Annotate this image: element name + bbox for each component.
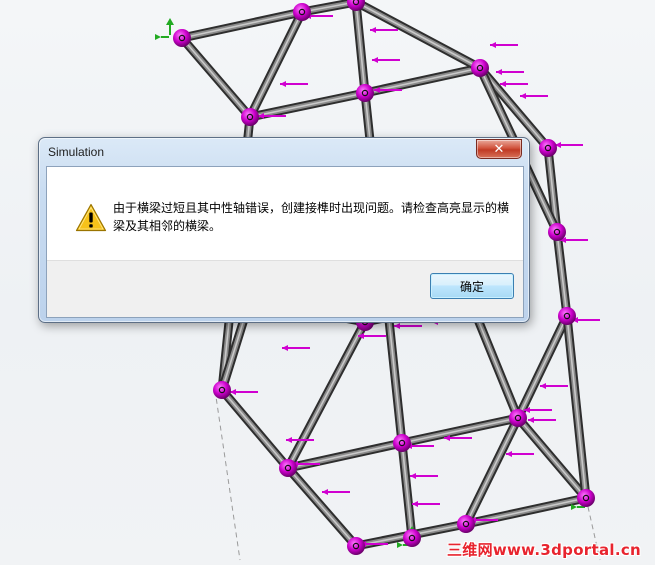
truss-joint: [577, 489, 595, 507]
dialog-message: 由于横梁过短且其中性轴错误，创建接榫时出现问题。请检查高亮显示的横梁及其相邻的横…: [113, 201, 510, 233]
load-arrow: [282, 345, 310, 351]
truss-member: [181, 11, 303, 39]
warning-icon: [75, 203, 107, 232]
truss-member: [465, 417, 519, 525]
truss-joint: [347, 537, 365, 555]
truss-joint: [393, 434, 411, 452]
load-arrow: [444, 435, 472, 441]
truss-joint: [539, 139, 557, 157]
truss-member: [287, 467, 357, 547]
truss-joint: [173, 29, 191, 47]
simulation-dialog: Simulation ✕ 由于横梁过短且其中性轴错误，创建接榫时出现问题。请检查…: [38, 137, 530, 323]
load-arrow: [496, 69, 524, 75]
load-arrow: [372, 57, 400, 63]
truss-joint: [403, 529, 421, 547]
load-arrow: [520, 93, 548, 99]
truss-member: [401, 417, 519, 444]
truss-member: [287, 321, 366, 469]
truss-joint: [279, 459, 297, 477]
load-arrow: [394, 323, 422, 329]
truss-joint: [471, 59, 489, 77]
truss-member: [566, 315, 587, 499]
close-button[interactable]: ✕: [476, 139, 522, 159]
truss-joint: [457, 515, 475, 533]
truss-member: [221, 389, 289, 469]
load-arrow: [410, 473, 438, 479]
truss-member: [355, 1, 481, 69]
truss-joint: [509, 409, 527, 427]
dialog-titlebar[interactable]: Simulation ✕: [39, 138, 529, 166]
load-arrow: [412, 501, 440, 507]
dialog-body: 由于横梁过短且其中性轴错误，创建接榫时出现问题。请检查高亮显示的横梁及其相邻的横…: [46, 166, 524, 318]
load-arrow: [528, 417, 556, 423]
load-arrow: [500, 81, 528, 87]
close-icon: ✕: [493, 141, 505, 157]
load-arrow: [230, 389, 258, 395]
load-arrow: [524, 407, 552, 413]
load-arrow: [506, 451, 534, 457]
load-arrow: [490, 42, 518, 48]
load-arrow: [358, 333, 386, 339]
load-arrow: [280, 81, 308, 87]
load-arrow: [540, 383, 568, 389]
load-arrow: [322, 489, 350, 495]
load-arrow: [572, 317, 600, 323]
load-arrow: [370, 27, 398, 33]
load-arrow: [555, 142, 583, 148]
truss-member: [517, 315, 568, 419]
truss-joint: [356, 84, 374, 102]
truss-joint: [558, 307, 576, 325]
truss-joint: [241, 108, 259, 126]
truss-member: [249, 11, 303, 118]
truss-joint: [213, 381, 231, 399]
dialog-footer: 确定: [47, 260, 523, 317]
truss-member: [181, 37, 251, 118]
truss-joint: [293, 3, 311, 21]
truss-joint: [548, 223, 566, 241]
truss-member: [249, 92, 366, 118]
dialog-title: Simulation: [48, 145, 105, 159]
load-arrow: [560, 237, 588, 243]
fixture-icon: [155, 18, 174, 40]
ok-button[interactable]: 确定: [430, 273, 514, 299]
watermark-text: 三维网www.3dportal.cn: [446, 541, 641, 559]
